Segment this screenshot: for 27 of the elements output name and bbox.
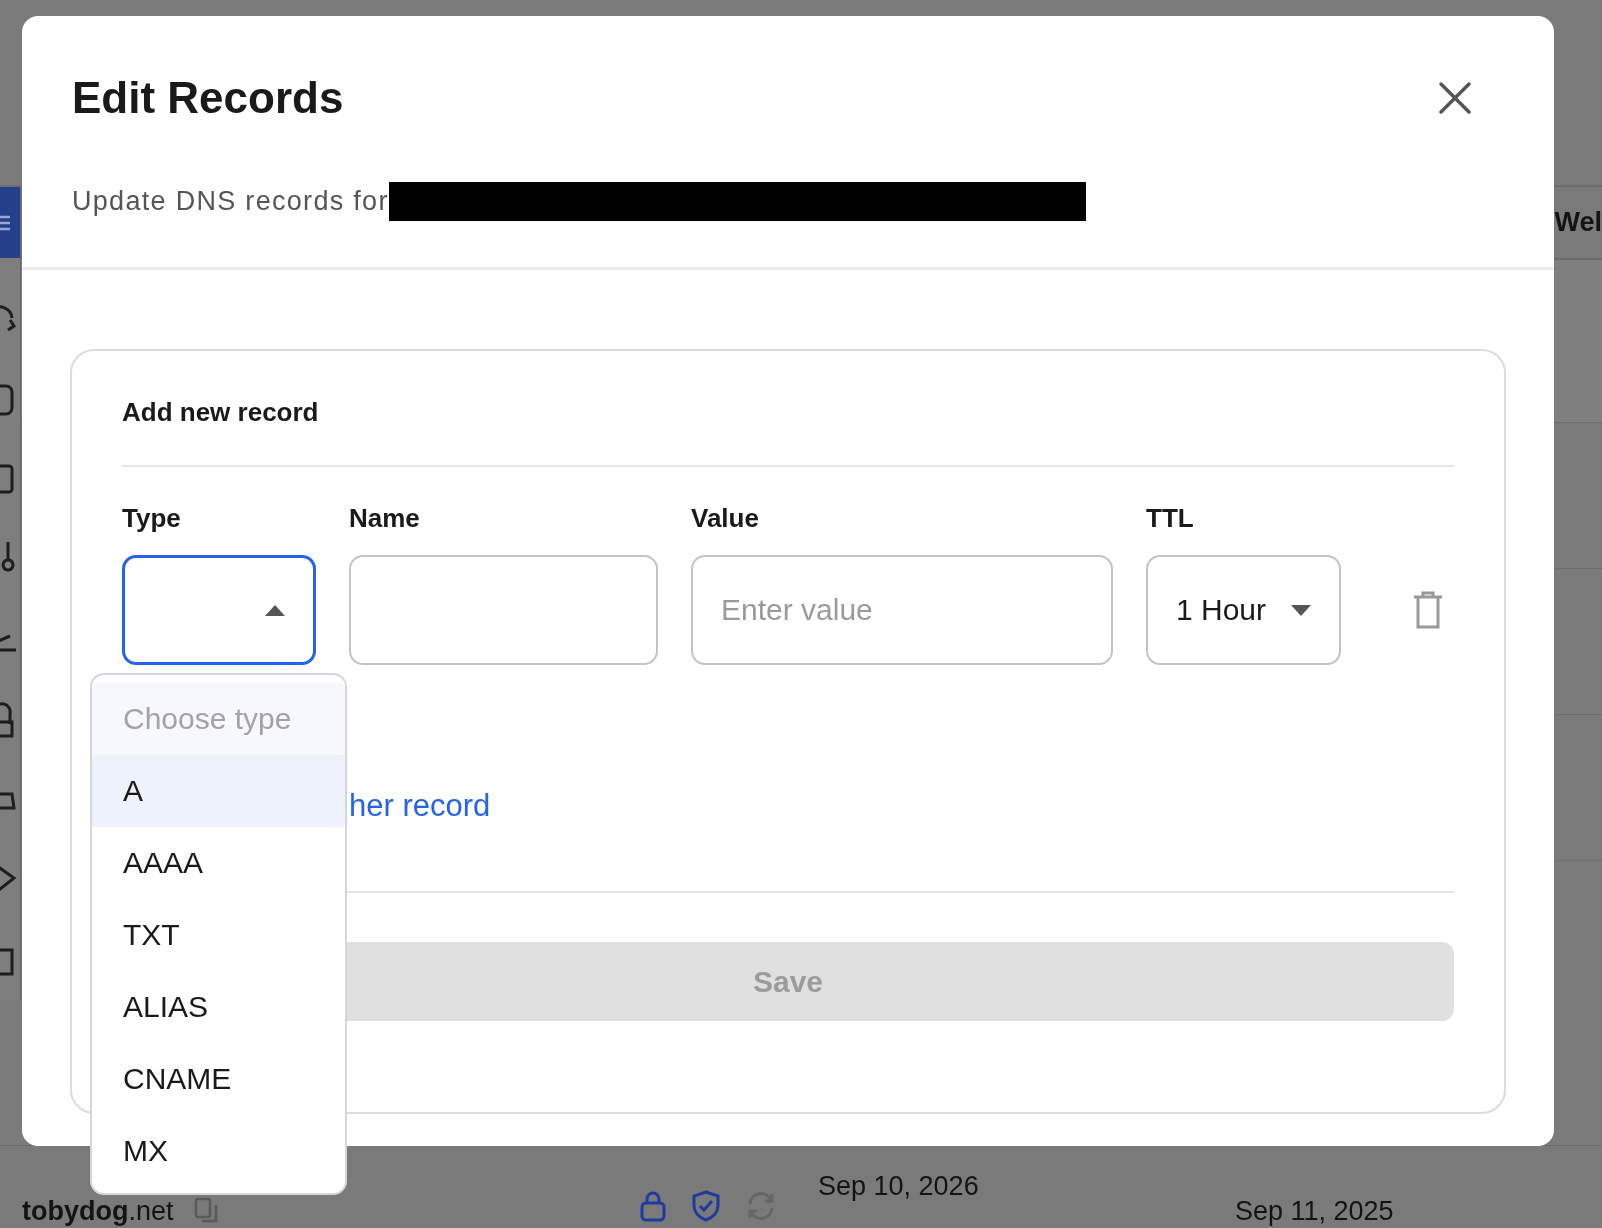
menu-option[interactable]: A	[92, 755, 345, 827]
field-label: Value	[691, 503, 760, 533]
menu-option[interactable]: CNAME	[92, 1043, 345, 1115]
add-record-link[interactable]: her record	[349, 788, 491, 824]
created-date: Sep 11, 2025	[1235, 1195, 1395, 1227]
dialog-subtitle: Update DNS records for	[72, 185, 389, 217]
trash-icon[interactable]	[1412, 590, 1444, 630]
menu-option[interactable]: AAAA	[92, 827, 345, 899]
select-field[interactable]	[122, 555, 316, 665]
tab-label[interactable]: Wel	[1554, 207, 1602, 238]
dialog-title: Edit Records	[72, 72, 344, 124]
lock-icon	[640, 1190, 666, 1222]
expiry-date: Sep 10, 2026	[818, 1170, 980, 1202]
section-title: Add new record	[122, 396, 320, 428]
field-label: TTL	[1146, 503, 1195, 533]
field-label: Type	[122, 503, 182, 533]
shield-check-icon	[692, 1190, 720, 1222]
menu-option[interactable]: MX	[92, 1115, 345, 1187]
input-field[interactable]	[349, 555, 658, 665]
sidebar-item-active[interactable]	[0, 187, 21, 258]
caret-icon	[265, 604, 285, 616]
close-icon[interactable]	[1438, 81, 1472, 115]
field-label: Name	[349, 503, 421, 533]
select-field[interactable]: 1 Hour	[1146, 555, 1341, 665]
domain-name[interactable]: tobydog.net	[22, 1196, 174, 1226]
input-field[interactable]: Enter value	[691, 555, 1113, 665]
caret-icon	[1291, 604, 1311, 616]
